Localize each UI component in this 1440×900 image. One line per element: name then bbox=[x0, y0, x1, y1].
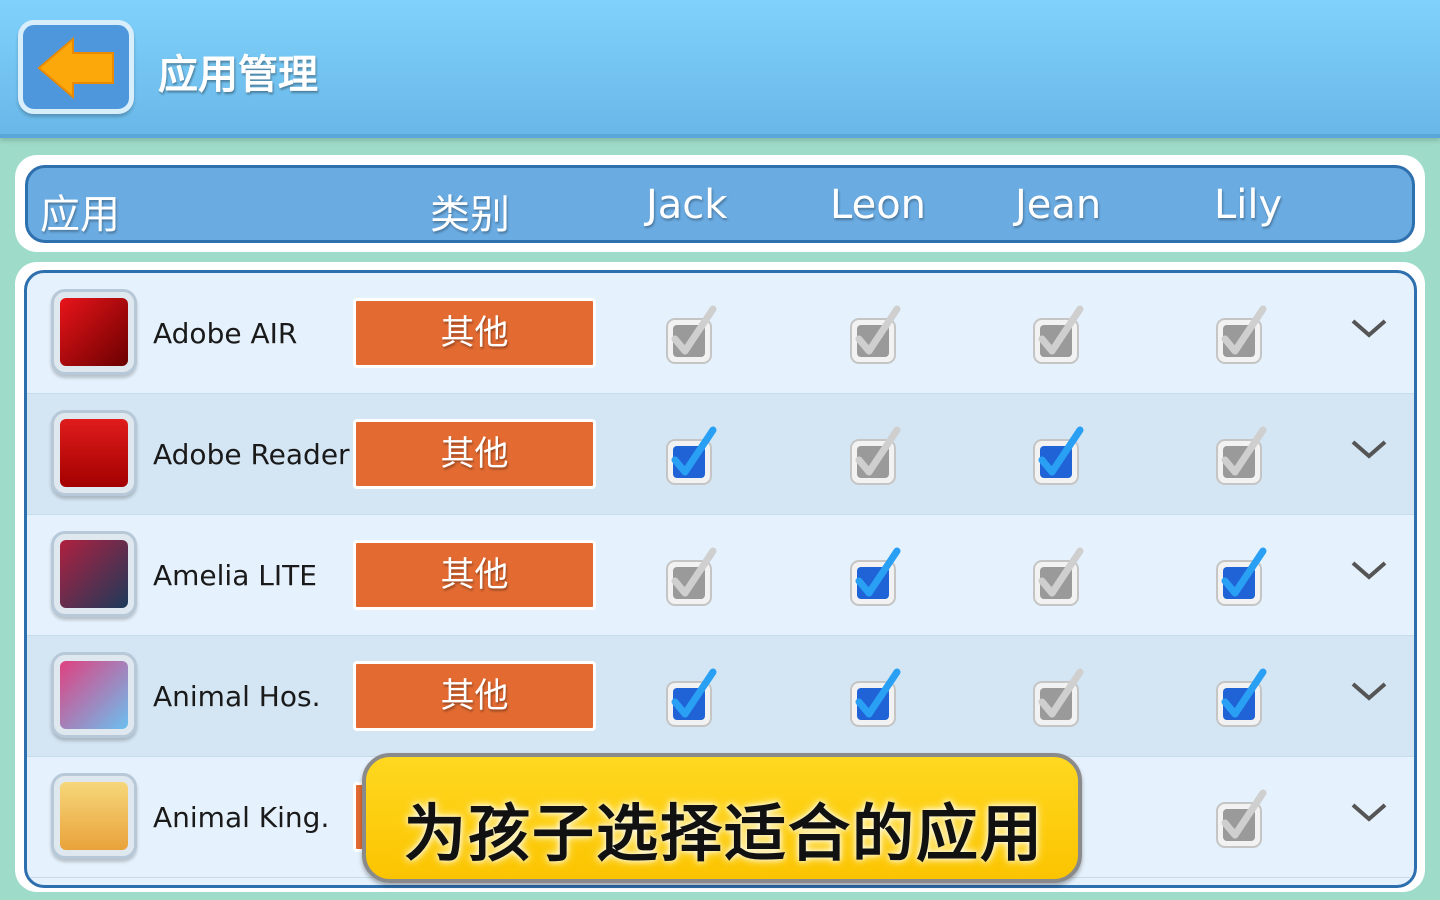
expand-chevron-icon[interactable] bbox=[1349, 559, 1389, 587]
table-row[interactable]: Adobe AIR 其他 bbox=[27, 273, 1414, 394]
table-row[interactable]: Adobe Reader 其他 bbox=[27, 394, 1414, 515]
arrow-left-icon bbox=[37, 36, 114, 100]
permission-checkbox-lily[interactable] bbox=[1215, 547, 1267, 607]
checkbox-checked-icon bbox=[1216, 668, 1267, 727]
checkbox-unchecked-icon bbox=[1216, 789, 1267, 848]
page-title: 应用管理 bbox=[158, 52, 318, 98]
checkbox-checked-icon bbox=[666, 668, 717, 727]
column-lily: Lily bbox=[1214, 182, 1283, 228]
checkbox-unchecked-icon bbox=[1216, 426, 1267, 485]
permission-checkbox-jean[interactable] bbox=[1032, 547, 1084, 607]
column-leon: Leon bbox=[830, 182, 927, 228]
expand-chevron-icon[interactable] bbox=[1349, 801, 1389, 829]
checkbox-unchecked-icon bbox=[666, 547, 717, 606]
permission-checkbox-jack[interactable] bbox=[665, 305, 717, 365]
app-name: Adobe Reader bbox=[153, 438, 350, 471]
checkbox-unchecked-icon bbox=[666, 305, 717, 364]
permission-checkbox-lily[interactable] bbox=[1215, 789, 1267, 849]
permission-checkbox-jack[interactable] bbox=[665, 668, 717, 728]
table-row[interactable]: Animal Hos. 其他 bbox=[27, 636, 1414, 757]
back-button[interactable] bbox=[18, 20, 134, 114]
column-app: 应用 bbox=[40, 192, 120, 238]
column-category: 类别 bbox=[430, 192, 510, 238]
permission-checkbox-lily[interactable] bbox=[1215, 426, 1267, 486]
column-jean: Jean bbox=[1015, 182, 1102, 228]
checkbox-checked-icon bbox=[850, 547, 901, 606]
checkbox-checked-icon bbox=[850, 668, 901, 727]
app-name: Adobe AIR bbox=[153, 317, 298, 350]
checkbox-checked-icon bbox=[1216, 547, 1267, 606]
permission-checkbox-jack[interactable] bbox=[665, 426, 717, 486]
checkbox-checked-icon bbox=[666, 426, 717, 485]
animal-kingdom-icon bbox=[51, 773, 137, 859]
checkbox-checked-icon bbox=[1033, 426, 1084, 485]
checkbox-unchecked-icon bbox=[850, 305, 901, 364]
banner-text: 为孩子选择适合的应用 bbox=[404, 797, 1045, 870]
permission-checkbox-leon[interactable] bbox=[849, 305, 901, 365]
category-button[interactable]: 其他 bbox=[353, 419, 596, 489]
app-header: 应用管理 bbox=[0, 0, 1440, 138]
promo-banner: 为孩子选择适合的应用 bbox=[362, 753, 1082, 883]
checkbox-unchecked-icon bbox=[850, 426, 901, 485]
app-name: Animal Hos. bbox=[153, 680, 321, 713]
checkbox-unchecked-icon bbox=[1216, 305, 1267, 364]
permission-checkbox-jean[interactable] bbox=[1032, 305, 1084, 365]
app-name: Animal King. bbox=[153, 801, 330, 834]
category-button[interactable]: 其他 bbox=[353, 661, 596, 731]
permission-checkbox-leon[interactable] bbox=[849, 547, 901, 607]
permission-checkbox-jean[interactable] bbox=[1032, 426, 1084, 486]
category-button[interactable]: 其他 bbox=[353, 298, 596, 368]
checkbox-unchecked-icon bbox=[1033, 668, 1084, 727]
permission-checkbox-leon[interactable] bbox=[849, 426, 901, 486]
column-jack: Jack bbox=[646, 182, 728, 228]
permission-checkbox-leon[interactable] bbox=[849, 668, 901, 728]
adobe-air-icon bbox=[51, 289, 137, 375]
table-row[interactable]: Amelia LITE 其他 bbox=[27, 515, 1414, 636]
expand-chevron-icon[interactable] bbox=[1349, 680, 1389, 708]
amelia-lite-icon bbox=[51, 531, 137, 617]
app-name: Amelia LITE bbox=[153, 559, 317, 592]
checkbox-unchecked-icon bbox=[1033, 547, 1084, 606]
category-button[interactable]: 其他 bbox=[353, 540, 596, 610]
adobe-reader-icon bbox=[51, 410, 137, 496]
animal-hospital-icon bbox=[51, 652, 137, 738]
table-header-box: 应用 类别 Jack Leon Jean Lily bbox=[15, 155, 1425, 252]
checkbox-unchecked-icon bbox=[1033, 305, 1084, 364]
permission-checkbox-lily[interactable] bbox=[1215, 305, 1267, 365]
permission-checkbox-lily[interactable] bbox=[1215, 668, 1267, 728]
permission-checkbox-jean[interactable] bbox=[1032, 668, 1084, 728]
expand-chevron-icon[interactable] bbox=[1349, 317, 1389, 345]
permission-checkbox-jack[interactable] bbox=[665, 547, 717, 607]
expand-chevron-icon[interactable] bbox=[1349, 438, 1389, 466]
table-header: 应用 类别 Jack Leon Jean Lily bbox=[25, 165, 1415, 243]
